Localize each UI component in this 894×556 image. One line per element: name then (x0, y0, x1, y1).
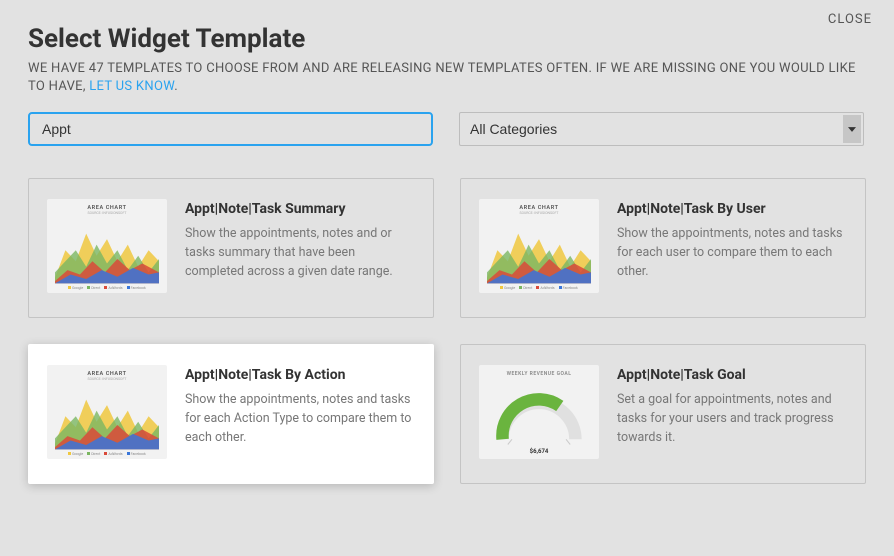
category-select-field[interactable]: All Categories (460, 113, 863, 145)
subtitle-suffix: . (174, 79, 178, 94)
modal-subtitle: WE HAVE 47 TEMPLATES TO CHOOSE FROM AND … (28, 60, 866, 96)
card-title: Appt|Note|Task By Action (185, 367, 415, 383)
card-description: Set a goal for appointments, notes and t… (617, 391, 847, 447)
search-input[interactable] (28, 112, 433, 146)
modal-title: Select Widget Template (28, 24, 866, 54)
area-chart-thumbnail: AREA CHART SOURCE: INFUSIONSOFT Google D… (47, 199, 167, 293)
close-button[interactable]: CLOSE (828, 12, 872, 27)
card-description: Show the appointments, notes and or task… (185, 225, 415, 281)
card-title: Appt|Note|Task Goal (617, 367, 847, 383)
gauge-value: $6,674 (530, 448, 549, 455)
template-card-by-user[interactable]: AREA CHART SOURCE: INFUSIONSOFT Google D… (460, 178, 866, 318)
category-select[interactable]: All Categories (459, 112, 864, 146)
card-title: Appt|Note|Task By User (617, 201, 847, 217)
template-card-summary[interactable]: AREA CHART SOURCE: INFUSIONSOFT Google D… (28, 178, 434, 318)
card-title: Appt|Note|Task Summary (185, 201, 415, 217)
card-description: Show the appointments, notes and tasks f… (185, 391, 415, 447)
area-chart-thumbnail: AREA CHART SOURCE: INFUSIONSOFT Google D… (479, 199, 599, 293)
card-description: Show the appointments, notes and tasks f… (617, 225, 847, 281)
let-us-know-link[interactable]: LET US KNOW (89, 79, 174, 94)
area-chart-thumbnail: AREA CHART SOURCE: INFUSIONSOFT Google D… (47, 365, 167, 459)
gauge-chart-thumbnail: WEEKLY REVENUE GOAL $6,674 (479, 365, 599, 459)
template-card-goal[interactable]: WEEKLY REVENUE GOAL $6,674 Appt|Note|Tas… (460, 344, 866, 484)
template-card-by-action[interactable]: AREA CHART SOURCE: INFUSIONSOFT Google D… (28, 344, 434, 484)
